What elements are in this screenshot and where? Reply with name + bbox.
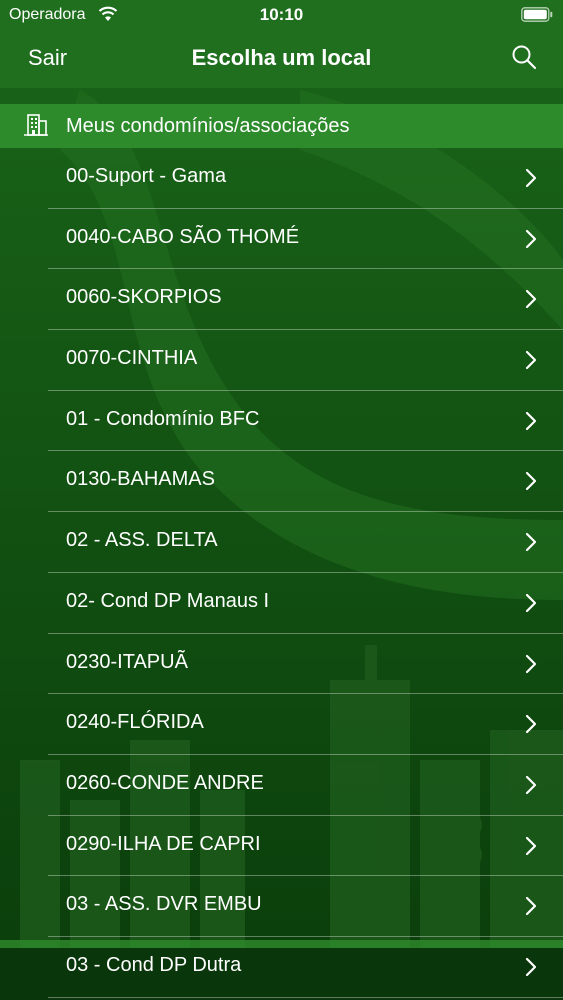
list-item[interactable]: 0240-FLÓRIDA [48,694,563,755]
list-item[interactable]: 01 - Condomínio BFC [48,391,563,452]
page-title: Escolha um local [191,45,372,70]
list-item[interactable]: 0070-CINTHIA [48,330,563,391]
list-item[interactable]: 00-Suport - Gama [48,148,563,209]
condominium-list: 00-Suport - Gama 0040-CABO SÃO THOMÉ 0060-… [0,148,563,998]
clock: 10:10 [259,5,304,24]
list-item[interactable]: 0060-SKORPIOS [48,269,563,331]
chevron-right-icon [525,168,537,188]
list-item-label: 00-Suport - Gama [66,165,227,187]
chevron-right-icon [525,715,537,734]
list-item-label: 0290-ILHA DE CAPRI [66,832,261,855]
chevron-right-icon [525,897,537,916]
list-item[interactable]: 0260-CONDE ANDRE [48,755,563,816]
search-icon[interactable] [511,44,537,70]
list-item[interactable]: 0230-ITAPUÃ [48,634,563,695]
chevron-right-icon [525,533,537,552]
list-item[interactable]: 0130-BAHAMAS [48,451,563,513]
list-item-label: 03 - Cond DP Dutra [66,953,242,976]
list-item-label: 0130-BAHAMAS [66,468,215,491]
list-item-label: 0260-CONDE ANDRE [66,771,264,794]
list-item[interactable]: 02 - ASS. DELTA [48,512,563,573]
list-item[interactable]: 0290-ILHA DE CAPRI [48,816,563,877]
chevron-right-icon [525,411,537,430]
list-item-label: 0230-ITAPUÃ [66,650,188,673]
chevron-right-icon [525,775,537,794]
list-item[interactable]: 03 - ASS. DVR EMBU [48,876,563,937]
list-item-label: 02- Cond DP Manaus I [66,589,270,612]
list-item-label: 0070-CINTHIA [66,347,198,370]
status-bar: Operadora 10:10 [0,0,563,30]
building-icon [24,114,48,136]
list-item-label: 02 - ASS. DELTA [66,529,218,552]
section-label: Meus condomínios/associações [66,115,350,137]
list-item[interactable]: 03 - Cond DP Dutra [48,937,563,998]
chevron-right-icon [525,472,537,491]
list-item[interactable]: 02- Cond DP Manaus I [48,573,563,634]
list-item-label: 0040-CABO SÃO THOMÉ [66,225,300,248]
section-header: Meus condomínios/associações [0,104,563,148]
battery-icon [521,7,553,22]
chevron-right-icon [525,229,537,248]
list-item-label: 01 - Condomínio BFC [66,407,260,430]
chevron-right-icon [525,290,537,309]
list-item[interactable]: 0040-CABO SÃO THOMÉ [48,209,563,270]
navigation-bar: Sair Escolha um local [0,30,563,88]
chevron-right-icon [525,350,537,370]
list-item-label: 0240-FLÓRIDA [66,711,204,734]
chevron-right-icon [525,957,537,977]
list-item-label: 0060-SKORPIOS [66,286,222,309]
chevron-right-icon [525,836,537,855]
list-item-label: 03 - ASS. DVR EMBU [66,893,262,916]
chevron-right-icon [525,654,537,673]
chevron-right-icon [525,593,537,612]
